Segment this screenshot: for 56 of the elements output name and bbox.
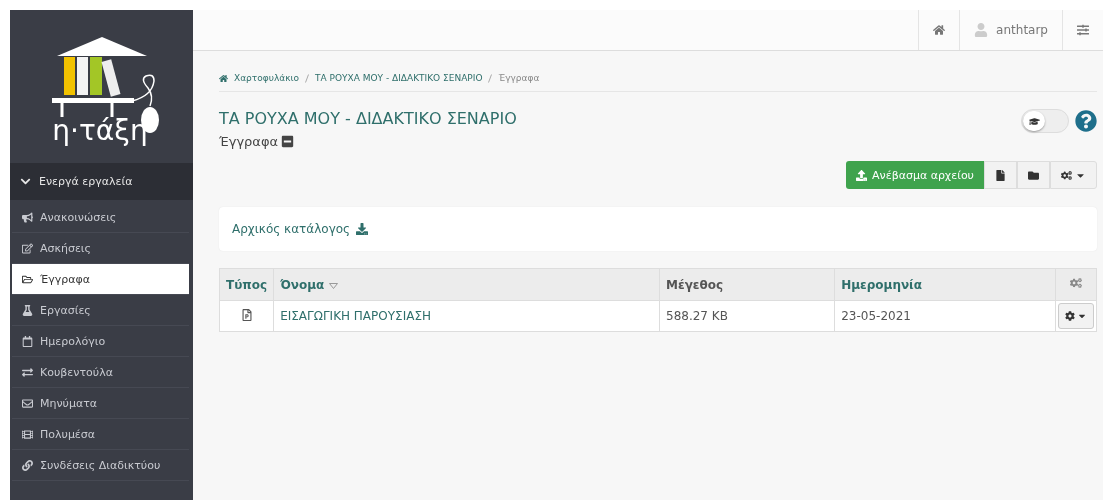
column-header[interactable]: Όνομα [273, 268, 660, 301]
column-header: Τύπος [219, 268, 274, 301]
folder-icon [1028, 169, 1039, 181]
menu-item-icon [22, 273, 33, 285]
logo-drawing: η·τάξη [41, 24, 162, 149]
chevron-icon [20, 176, 31, 187]
menu-item-icon [22, 335, 33, 347]
sidebar-item[interactable]: Ανακοινώσεις [12, 202, 189, 233]
gear-icon [1065, 311, 1075, 321]
column-header: Μέγεθος [659, 268, 835, 301]
page-subtitle: Έγγραφα [219, 134, 279, 149]
upload-icon [856, 169, 868, 181]
sort-icon [329, 282, 339, 289]
sidebar-item[interactable]: Έγγραφα [12, 264, 189, 295]
menu-item-icon [22, 397, 33, 409]
file-icon [995, 169, 1006, 181]
sidebar-item[interactable]: Μηνύματα [12, 388, 189, 419]
home-icon [933, 24, 946, 36]
sidebar-item[interactable]: Εργασίες [12, 295, 189, 326]
table-cell: 588.27 KB [659, 300, 835, 332]
home-icon [219, 73, 228, 83]
collapse-icon[interactable] [281, 135, 295, 148]
settings-icon [1077, 24, 1089, 36]
row-actions-button[interactable] [1058, 303, 1094, 329]
page-title: ΤΑ ΡΟΥΧΑ ΜΟΥ - ΔΙΔΑΚΤΙΚΟ ΣΕΝΑΡΙΟ [219, 109, 517, 128]
help-icon[interactable] [1075, 110, 1097, 132]
new-folder-button[interactable] [1017, 161, 1050, 189]
menu-item-icon [22, 459, 33, 471]
breadcrumb-link[interactable]: Χαρτοφυλάκιο [234, 73, 299, 83]
breadcrumb-link[interactable]: ΤΑ ΡΟΥΧΑ ΜΟΥ - ΔΙΔΑΚΤΙΚΟ ΣΕΝΑΡΙΟ [315, 73, 483, 83]
table-cell: 23-05-2021 [834, 300, 1056, 332]
sidebar-item[interactable]: Ημερολόγιο [12, 326, 189, 357]
presentation-file-icon [240, 308, 253, 321]
breadcrumb-separator [488, 73, 493, 83]
root-folder-link[interactable]: Αρχικός κατάλογος [232, 222, 369, 236]
menu-item-icon [22, 304, 33, 316]
user-menu[interactable]: anthtarp [959, 10, 1062, 50]
download-icon [356, 223, 369, 235]
settings-dropdown-button[interactable] [1050, 161, 1097, 189]
toggle-switch[interactable] [1021, 109, 1069, 133]
gears-icon [1070, 277, 1082, 289]
breadcrumb-separator [305, 73, 309, 83]
sidebar-section-header[interactable]: Ενεργά εργαλεία [10, 163, 193, 200]
sidebar-item[interactable]: Συνδέσεις Διαδικτύου [12, 450, 189, 481]
sidebar-item[interactable]: Πολυμέσα [12, 419, 189, 450]
sidebar-item[interactable]: Κουβεντούλα [12, 357, 189, 388]
menu-item-icon [22, 428, 33, 440]
file-name-link[interactable]: ΕΙΣΑΓΩΓΙΚΗ ΠΑΡΟΥΣΙΑΣΗ [273, 300, 660, 332]
gears-icon [1061, 169, 1072, 181]
user-icon [974, 23, 989, 37]
menu-item-icon [22, 242, 33, 254]
new-file-button[interactable] [984, 161, 1017, 189]
graduation-cap-icon [1028, 115, 1040, 127]
column-header: Ημερομηνία [834, 268, 1056, 301]
menu-item-icon [22, 211, 33, 223]
menu-item-icon [22, 366, 33, 378]
